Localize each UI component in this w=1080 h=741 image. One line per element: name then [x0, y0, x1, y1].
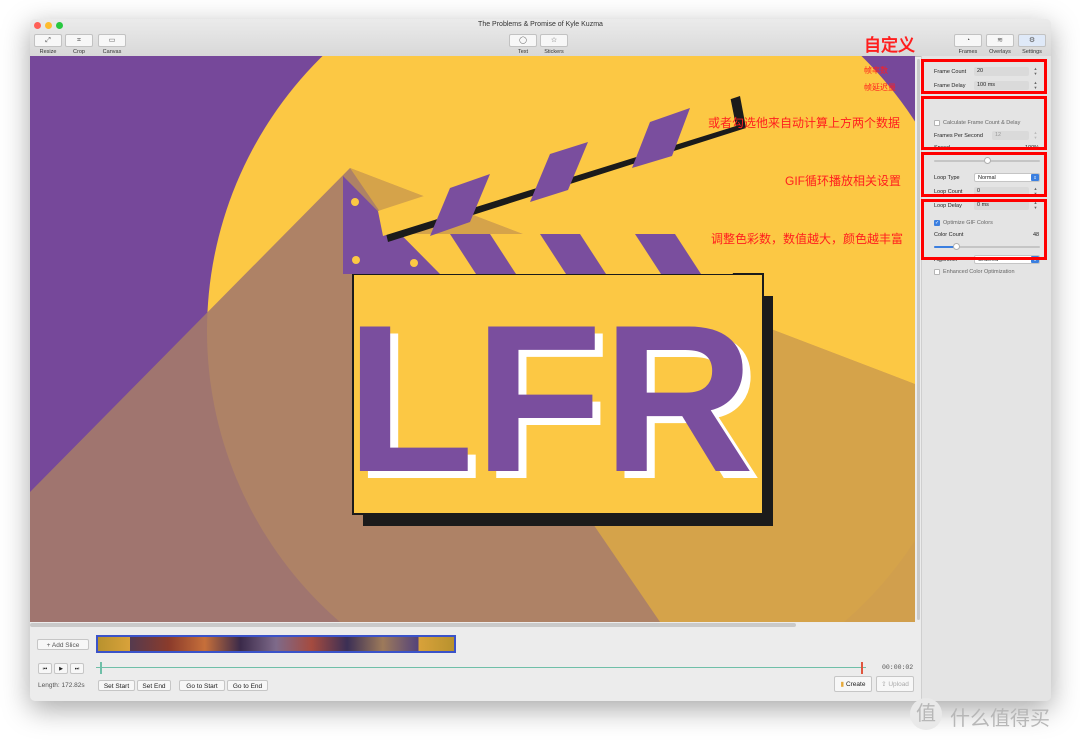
set-start-button[interactable]: Set Start: [98, 680, 135, 691]
upload-icon: ⇪: [881, 681, 887, 688]
add-slice-button[interactable]: + Add Slice: [37, 639, 89, 650]
overlays-button[interactable]: ≋ Overlays: [985, 34, 1015, 55]
gear-icon: ⚙: [1018, 34, 1046, 47]
timeline-track[interactable]: [96, 667, 866, 668]
crop-button[interactable]: ⌗ Crop: [64, 34, 94, 55]
calculate-settings-highlight: [921, 96, 1047, 150]
annotation-frame-count: 帧率数: [864, 66, 888, 75]
annotation-calculate: 或者勾选他来自动计算上方两个数据: [708, 116, 901, 130]
frame-settings-highlight: [921, 59, 1047, 94]
timeline-start-handle[interactable]: [100, 662, 102, 674]
loop-settings-highlight: [921, 152, 1047, 197]
canvas-label: Canvas: [102, 49, 122, 55]
watermark-text: 什么值得买: [950, 708, 1050, 730]
vertical-scrollbar[interactable]: [917, 59, 920, 620]
color-settings-highlight: [921, 199, 1047, 260]
enhanced-checkbox[interactable]: [934, 269, 940, 275]
time-readout: 00:00:02: [882, 664, 914, 671]
set-end-button[interactable]: Set End: [137, 680, 171, 691]
frames-label: Frames: [958, 49, 978, 55]
canvas-preview[interactable]: LFR LFR: [30, 56, 915, 622]
settings-button[interactable]: ⚙ Settings: [1017, 34, 1047, 55]
text-button[interactable]: ◯ Text: [508, 34, 538, 55]
crop-label: Crop: [73, 49, 85, 55]
crop-icon: ⌗: [65, 34, 93, 47]
window-title: The Problems & Promise of Kyle Kuzma: [478, 21, 603, 28]
create-label: Create: [845, 681, 866, 688]
overlays-label: Overlays: [989, 49, 1011, 55]
resize-button[interactable]: ⤢ Resize: [33, 34, 63, 55]
go-to-start-button[interactable]: Go to Start: [179, 680, 225, 691]
smzdm-logo-icon: 值: [910, 698, 942, 730]
filmstrip[interactable]: [96, 635, 456, 653]
play-button[interactable]: ▶: [54, 663, 68, 674]
stickers-button[interactable]: ☆ Stickers: [539, 34, 569, 55]
annotation-loop: GIF循环播放相关设置: [785, 174, 901, 188]
timeline-end-handle[interactable]: [861, 662, 863, 674]
speech-bubble-icon: ◯: [509, 34, 537, 47]
frames-button[interactable]: ◔ Frames: [953, 34, 983, 55]
canvas-button[interactable]: ▭ Canvas: [97, 34, 127, 55]
settings-label: Settings: [1022, 49, 1042, 55]
annotation-frame-delay: 帧延迟量: [864, 83, 896, 92]
skip-back-button[interactable]: ⏮: [38, 663, 52, 674]
length-label: Length: 172.82s: [38, 682, 85, 689]
text-label: Text: [517, 49, 529, 55]
enhanced-label: Enhanced Color Optimization: [943, 269, 1015, 275]
create-button[interactable]: ▮ Create: [834, 676, 872, 692]
resize-icon: ⤢: [34, 34, 62, 47]
resize-label: Resize: [39, 49, 57, 55]
annotation-color: 调整色彩数，数值越大，颜色越丰富: [711, 232, 904, 246]
star-icon: ☆: [540, 34, 568, 47]
frames-icon: ◔: [954, 34, 982, 47]
go-to-end-button[interactable]: Go to End: [227, 680, 268, 691]
canvas-icon: ▭: [98, 34, 126, 47]
stickers-label: Stickers: [544, 49, 564, 55]
layers-icon: ≋: [986, 34, 1014, 47]
annotation-customize: 自定义: [864, 36, 915, 55]
logo-text: LFR: [346, 281, 754, 516]
horizontal-scrollbar[interactable]: [30, 623, 796, 627]
upload-button[interactable]: ⇪ Upload: [876, 676, 914, 692]
lfr-logo-artwork: LFR LFR: [30, 56, 915, 622]
upload-label: Upload: [888, 681, 909, 688]
skip-forward-button[interactable]: ⏭: [70, 663, 84, 674]
create-icon: ▮: [840, 681, 845, 688]
